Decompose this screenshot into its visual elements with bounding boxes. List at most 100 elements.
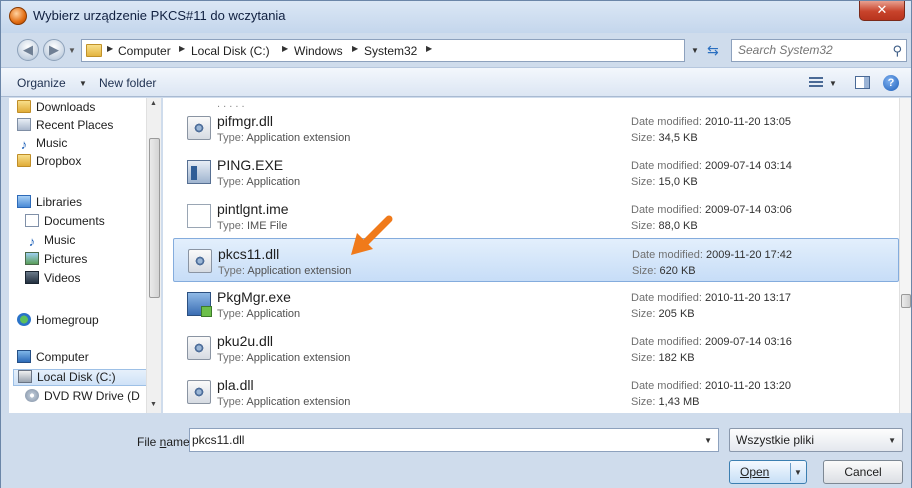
sidebar-item-dvd-drive[interactable]: DVD RW Drive (D — [25, 389, 140, 406]
address-bar[interactable]: ▶ Computer ▶ Local Disk (C:) ▶ Windows ▶… — [81, 39, 685, 62]
sidebar-item-label: Music — [36, 136, 68, 150]
chevron-right-icon[interactable]: ▶ — [352, 44, 358, 53]
new-folder-button[interactable]: New folder — [99, 76, 156, 90]
file-name-input[interactable] — [192, 429, 692, 451]
chevron-down-icon[interactable]: ▼ — [79, 79, 87, 88]
folder-icon — [17, 154, 31, 167]
breadcrumb-local-disk[interactable]: Local Disk (C:) — [191, 44, 270, 58]
cancel-button[interactable]: Cancel — [823, 460, 903, 484]
sidebar-item-downloads[interactable]: Downloads — [17, 100, 95, 117]
type-value: Application extension — [247, 265, 352, 277]
date-value: 2010-11-20 13:17 — [705, 292, 792, 304]
scroll-up-icon[interactable]: ▲ — [150, 100, 157, 107]
file-row-ping[interactable]: PING.EXE Type: Application Date modified… — [173, 150, 899, 194]
date-value: 2010-11-20 13:20 — [705, 380, 792, 392]
navigation-scrollbar[interactable]: ▲ ▼ — [146, 98, 161, 413]
sidebar-item-label: Dropbox — [36, 154, 82, 168]
forward-button[interactable]: ▶ — [43, 39, 65, 61]
open-button[interactable]: Open ▼ — [729, 460, 807, 484]
filter-value: Wszystkie pliki — [736, 433, 815, 447]
type-label: Type: — [217, 220, 244, 232]
search-input[interactable] — [738, 40, 888, 60]
file-name-combobox[interactable]: ▼ — [189, 428, 719, 452]
chevron-down-icon[interactable]: ▼ — [794, 468, 802, 477]
sidebar-item-recent-places[interactable]: Recent Places — [17, 118, 113, 135]
dialog-footer: File name: ▼ Wszystkie pliki ▼ Open ▼ Ca… — [1, 414, 911, 488]
file-type-filter[interactable]: Wszystkie pliki ▼ — [729, 428, 903, 452]
address-row: ◀ ▶ ▼ ▶ Computer ▶ Local Disk (C:) ▶ Win… — [1, 33, 911, 67]
sidebar-item-label: Computer — [36, 350, 89, 364]
sidebar-item-computer[interactable]: Computer — [17, 350, 89, 367]
chevron-down-icon[interactable]: ▼ — [829, 79, 837, 88]
address-dropdown[interactable]: ▼ — [691, 46, 699, 55]
file-date: Date modified: 2010-11-20 13:05 — [631, 116, 791, 128]
sidebar-item-label: Recent Places — [36, 118, 114, 132]
sidebar-item-label: Videos — [44, 271, 81, 285]
search-icon[interactable]: ⚲ — [892, 43, 902, 59]
file-row-pku2u[interactable]: pku2u.dll Type: Application extension Da… — [173, 326, 899, 370]
file-row-pla[interactable]: pla.dll Type: Application extension Date… — [173, 370, 899, 413]
breadcrumb-windows[interactable]: Windows — [294, 44, 343, 58]
chevron-right-icon[interactable]: ▶ — [179, 44, 185, 53]
scroll-down-icon[interactable]: ▼ — [150, 401, 157, 408]
organize-button[interactable]: Organize — [17, 76, 66, 90]
scrollbar-thumb[interactable] — [901, 294, 911, 308]
close-button[interactable]: ✕ — [859, 1, 905, 21]
file-type: Type: Application extension — [217, 352, 350, 364]
sidebar-item-local-disk[interactable]: Local Disk (C:) — [13, 369, 151, 386]
sidebar-item-libraries[interactable]: Libraries — [17, 195, 82, 212]
type-value: IME File — [246, 220, 288, 232]
file-list-scrollbar[interactable] — [899, 98, 911, 413]
size-label: Size: — [631, 132, 656, 144]
recent-locations-dropdown[interactable]: ▼ — [68, 46, 76, 55]
size-value: 34,5 KB — [658, 132, 698, 144]
size-label: Size: — [631, 308, 656, 320]
back-button[interactable]: ◀ — [17, 39, 39, 61]
date-value: 2009-07-14 03:16 — [705, 336, 792, 348]
annotation-arrow-icon — [351, 215, 393, 255]
title-bar[interactable]: Wybierz urządzenie PKCS#11 do wczytania … — [1, 1, 911, 33]
refresh-icon[interactable]: ⇆ — [707, 42, 719, 59]
date-value: 2009-11-20 17:42 — [706, 249, 793, 261]
date-label: Date modified: — [631, 116, 702, 128]
window-title: Wybierz urządzenie PKCS#11 do wczytania — [33, 8, 286, 23]
preview-pane-icon[interactable] — [855, 76, 870, 89]
sidebar-item-music-library[interactable]: ♪ Music — [25, 233, 76, 250]
search-field[interactable]: ⚲ — [731, 39, 907, 62]
type-label: Type: — [217, 308, 244, 320]
videos-icon — [25, 271, 39, 284]
sidebar-item-music[interactable]: ♪ Music — [17, 136, 68, 153]
help-icon[interactable]: ? — [883, 75, 899, 91]
sidebar-item-videos[interactable]: Videos — [25, 271, 80, 288]
chevron-right-icon[interactable]: ▶ — [107, 44, 113, 53]
folder-icon — [17, 100, 31, 113]
file-row-pifmgr[interactable]: pifmgr.dll Type: Application extension D… — [173, 106, 899, 150]
folder-icon — [86, 44, 102, 57]
sidebar-item-label: Libraries — [36, 195, 83, 209]
file-row-pkcs11[interactable]: pkcs11.dll Type: Application extension D… — [173, 238, 899, 282]
music-icon: ♪ — [20, 137, 28, 152]
breadcrumb-system32[interactable]: System32 — [364, 44, 417, 58]
chevron-right-icon[interactable]: ▶ — [282, 44, 288, 53]
chevron-down-icon[interactable]: ▼ — [704, 436, 712, 445]
sidebar-item-homegroup[interactable]: Homegroup — [17, 313, 99, 330]
scrollbar-thumb[interactable] — [149, 138, 160, 298]
file-row-pkgmgr[interactable]: PkgMgr.exe Type: Application Date modifi… — [173, 282, 899, 326]
views-icon[interactable] — [809, 77, 823, 89]
sidebar-item-dropbox[interactable]: Dropbox — [17, 154, 81, 171]
date-label: Date modified: — [631, 380, 702, 392]
size-value: 15,0 KB — [658, 176, 698, 188]
date-value: 2009-07-14 03:06 — [705, 204, 792, 216]
sidebar-item-label: Pictures — [44, 252, 88, 266]
chevron-right-icon[interactable]: ▶ — [426, 44, 432, 53]
file-name: PING.EXE — [217, 157, 284, 173]
file-type: Type: Application extension — [217, 396, 350, 408]
chevron-down-icon[interactable]: ▼ — [888, 436, 896, 445]
file-row-pintlgnt[interactable]: pintlgnt.ime Type: IME File Date modifie… — [173, 194, 899, 238]
file-name: pintlgnt.ime — [217, 201, 289, 217]
sidebar-item-pictures[interactable]: Pictures — [25, 252, 87, 269]
date-value: 2010-11-20 13:05 — [705, 116, 792, 128]
sidebar-item-documents[interactable]: Documents — [25, 214, 105, 231]
breadcrumb-computer[interactable]: Computer — [118, 44, 171, 58]
type-value: Application extension — [246, 132, 351, 144]
